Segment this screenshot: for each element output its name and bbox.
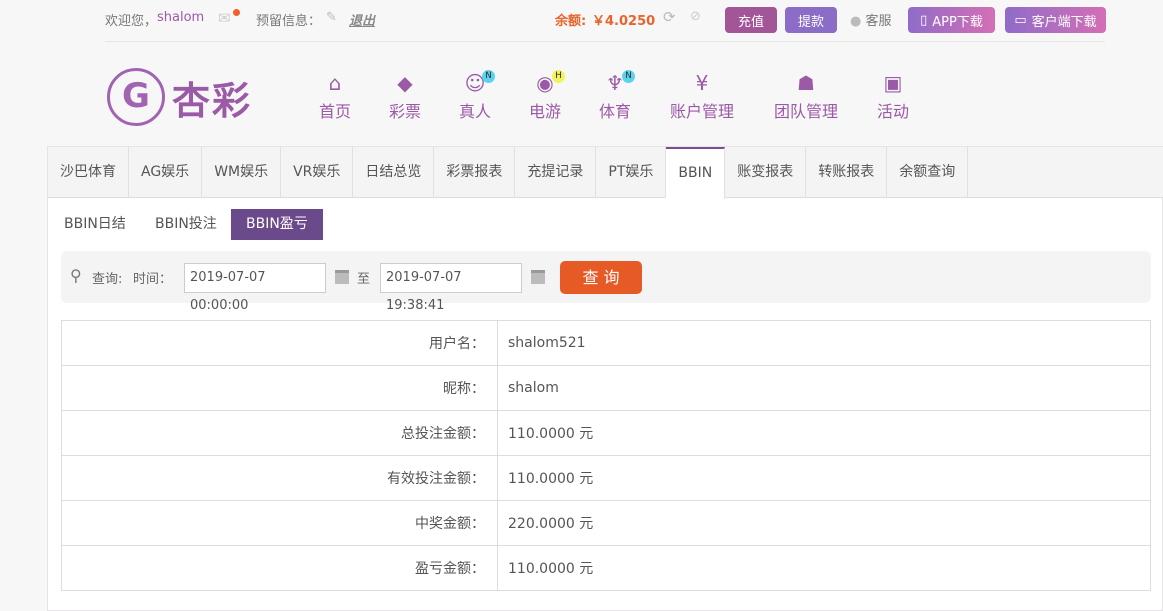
- query-button[interactable]: 查 询: [560, 261, 642, 294]
- report-tabs: 沙巴体育 AG娱乐 WM娱乐 VR娱乐 日结总览 彩票报表 充提记录 PT娱乐 BBIN 账变报表…: [48, 147, 1163, 199]
- team-icon: ☗: [797, 71, 815, 95]
- edit-icon[interactable]: ✎: [326, 10, 337, 25]
- logo-emblem[interactable]: G: [107, 68, 165, 126]
- mail-icon[interactable]: ✉: [218, 9, 240, 27]
- row-value: shalom521: [497, 320, 1151, 366]
- table-row: 有效投注金额： 110.0000 元: [61, 455, 1151, 501]
- report-tab[interactable]: 充提记录: [515, 147, 597, 198]
- to-label: 至: [357, 272, 371, 287]
- nav-item[interactable]: ▣ 活动: [848, 70, 938, 122]
- table-row: 用户名： shalom521: [61, 320, 1151, 366]
- report-tab[interactable]: AG娱乐: [129, 147, 203, 198]
- end-time-input[interactable]: 2019-07-07 19:38:41: [380, 263, 522, 313]
- row-label: 用户名：: [61, 320, 498, 366]
- report-tab[interactable]: VR娱乐: [281, 147, 354, 198]
- monitor-icon: ▭: [1014, 12, 1027, 28]
- report-tab[interactable]: BBIN: [666, 147, 726, 199]
- report-tab[interactable]: 账变报表: [725, 147, 807, 198]
- report-tab[interactable]: WM娱乐: [202, 147, 282, 198]
- subtab-bbin-profit[interactable]: BBIN盈亏: [231, 209, 323, 240]
- main-panel: 沙巴体育 AG娱乐 WM娱乐 VR娱乐 日结总览 彩票报表 充提记录 PT娱乐 BBIN 账变报表…: [47, 146, 1163, 611]
- logo-text[interactable]: 杏彩: [172, 70, 252, 125]
- report-tab[interactable]: 余额查询: [887, 147, 969, 198]
- row-value: 110.0000 元: [497, 455, 1151, 501]
- logout-link[interactable]: 退出: [349, 10, 375, 29]
- hide-eye-icon[interactable]: ⊘: [690, 9, 701, 24]
- username[interactable]: shalom: [157, 10, 204, 25]
- row-label: 中奖金额：: [61, 500, 498, 546]
- reserved-info-label: 预留信息：: [256, 14, 322, 29]
- support-link[interactable]: ● 客服: [850, 10, 892, 29]
- nav-badge: H: [552, 70, 565, 83]
- client-download-label: 客户端下载: [1031, 14, 1097, 30]
- start-time-input[interactable]: 2019-07-07 00:00:00: [184, 263, 326, 313]
- nav-item[interactable]: ¥ 账户管理: [657, 70, 747, 122]
- nav-badge: N: [482, 70, 495, 83]
- row-value: shalom: [497, 365, 1151, 411]
- app-download-label: APP下载: [932, 14, 983, 30]
- table-row: 盈亏金额： 110.0000 元: [61, 545, 1151, 591]
- nav-label: 账户管理: [669, 102, 734, 121]
- calendar-icon[interactable]: [335, 270, 349, 284]
- table-row: 中奖金额： 220.0000 元: [61, 500, 1151, 546]
- nav-badge: N: [622, 70, 635, 83]
- trophy-icon: ♆ N: [570, 70, 660, 96]
- row-value: 110.0000 元: [497, 410, 1151, 456]
- row-label: 盈亏金额：: [61, 545, 498, 591]
- profit-table: 用户名： shalom521 昵称： shalom 总投注金额： 110.0000 元有效…: [61, 320, 1151, 591]
- client-download-button[interactable]: ▭ 客户端下载: [1005, 7, 1106, 33]
- report-tab[interactable]: 日结总览: [353, 147, 435, 198]
- time-label: 时间：: [133, 272, 173, 287]
- balance-value: ￥4.0250: [592, 14, 656, 29]
- refresh-icon[interactable]: ⟳: [663, 8, 676, 26]
- support-icon: ●: [850, 14, 862, 29]
- nav-item[interactable]: ☗ 团队管理: [761, 70, 851, 122]
- report-tab[interactable]: 转账报表: [806, 147, 888, 198]
- report-tab[interactable]: PT娱乐: [596, 147, 667, 198]
- report-tab[interactable]: 沙巴体育: [48, 147, 129, 198]
- yen-icon: ¥: [695, 71, 709, 95]
- deposit-button[interactable]: 充值: [725, 7, 777, 33]
- table-row: 昵称： shalom: [61, 365, 1151, 411]
- row-label: 昵称：: [61, 365, 498, 411]
- row-label: 有效投注金额：: [61, 455, 498, 501]
- query-label: 查询:: [92, 272, 123, 287]
- calendar-icon[interactable]: [531, 270, 545, 284]
- row-label: 总投注金额：: [61, 410, 498, 456]
- search-bar: ⚲ 查询: 时间： 2019-07-07 00:00:00 至 2019-07-…: [61, 251, 1151, 313]
- nav-item[interactable]: ♆ N 体育: [570, 70, 660, 122]
- report-tab[interactable]: 彩票报表: [434, 147, 516, 198]
- search-icon: ⚲: [70, 266, 82, 285]
- row-value: 220.0000 元: [497, 500, 1151, 546]
- table-row: 总投注金额： 110.0000 元: [61, 410, 1151, 456]
- row-value: 110.0000 元: [497, 545, 1151, 591]
- nav-label: 活动: [876, 102, 909, 121]
- welcome-text: 欢迎您，: [105, 14, 158, 29]
- phone-icon: ▯: [920, 12, 928, 28]
- app-download-button[interactable]: ▯ APP下载: [908, 7, 995, 33]
- support-label: 客服: [865, 14, 892, 29]
- subtab-bbin-daily[interactable]: BBIN日结: [49, 209, 141, 240]
- withdraw-button[interactable]: 提款: [785, 7, 837, 33]
- balance-label: 余额:: [555, 14, 587, 29]
- nav-label: 体育: [598, 102, 631, 121]
- nav-label: 团队管理: [773, 102, 838, 121]
- subtab-bbin-bets[interactable]: BBIN投注: [140, 209, 232, 240]
- gift-icon: ▣: [883, 71, 903, 95]
